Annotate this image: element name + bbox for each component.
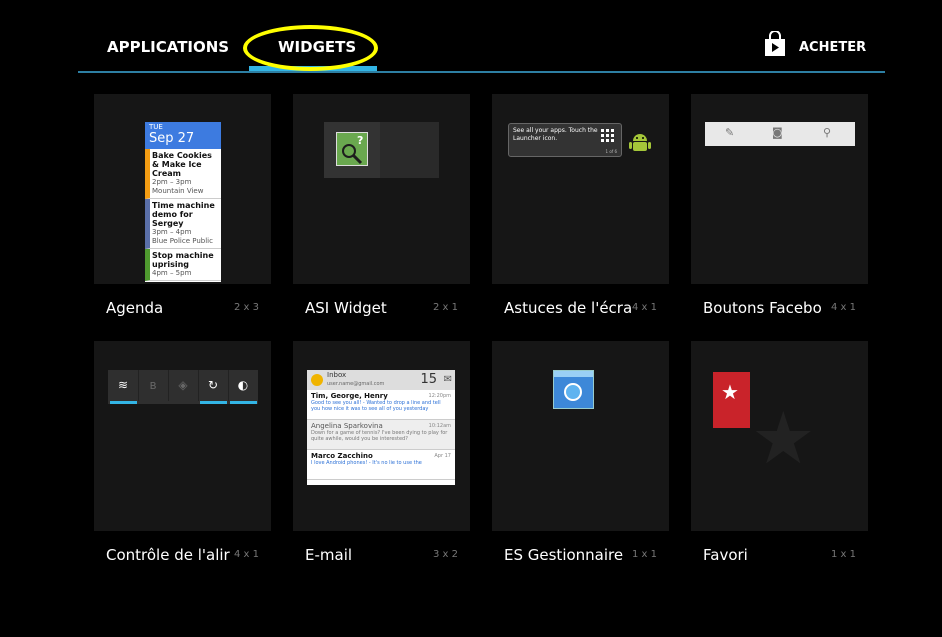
compose-icon: ✉ [443,374,452,385]
brightness-icon: ◐ [237,378,249,392]
email-time: Apr 17 [434,453,451,459]
brightness-indicator [230,401,257,404]
event-time: 3pm – 4pm [152,228,192,236]
widget-size: 4 x 1 [632,302,657,313]
tab-divider [78,71,885,73]
gps-icon: ◈ [168,370,199,401]
store-button[interactable]: ACHETER [764,31,884,61]
calendar-preview: TUE Sep 27 Bake Cookies & Make Ice Cream… [145,122,221,282]
email-time: 10:12am [428,423,451,429]
email-snippet: Down for a game of tennis? I've been dyi… [311,430,448,442]
tip-page: 1 of 6 [605,149,618,154]
widget-es-manager[interactable]: ES Gestionnaire 1 x 1 [492,341,669,591]
widget-preview: TUE Sep 27 Bake Cookies & Make Ice Cream… [94,94,271,284]
email-snippet: I love Android phones! - It's no lie to … [311,460,422,466]
tip-bubble: See all your apps. Touch the Launcher ic… [508,123,622,157]
widget-preview: ✎ ◙ ⚲ [691,94,868,284]
widget-label: ASI Widget [305,299,387,317]
widget-power-control[interactable]: ≋ ʙ ◈ ↻ ◐ Contrôle de l'alir 4 x 1 [94,341,271,591]
widget-preview: See all your apps. Touch the Launcher ic… [492,94,669,284]
widget-size: 4 x 1 [831,302,856,313]
email-preview: Inbox user.name@gmail.com 15 ✉ Tim, Geor… [307,370,455,485]
sync-icon: ↻ [198,370,229,401]
event-time: 4pm – 5pm [152,269,192,277]
bookmark-ribbon-icon: ★ [713,372,750,428]
widget-size: 1 x 1 [632,549,657,560]
star-background-icon: ★ [751,396,816,480]
event-title: Time machine demo for Sergey [152,201,215,228]
widget-label: ES Gestionnaire [504,546,624,564]
widget-agenda[interactable]: TUE Sep 27 Bake Cookies & Make Ice Cream… [94,94,271,344]
email-folder: Inbox user.name@gmail.com [327,371,385,387]
widget-label: Contrôle de l'alir [106,546,230,564]
widget-size: 1 x 1 [831,549,856,560]
widget-preview: ? [293,94,470,284]
event-title: Bake Cookies & Make Ice Cream [152,151,212,178]
email-account-icon [311,374,323,386]
widget-size: 4 x 1 [234,549,259,560]
widget-favori[interactable]: ★ ★ Favori 1 x 1 [691,341,868,591]
widget-asi[interactable]: ? ASI Widget 2 x 1 [293,94,470,344]
wifi-icon: ≋ [108,370,139,401]
email-sender: Marco Zacchino [311,452,373,460]
email-count: 15 [420,372,437,387]
widget-tab-bar: APPLICATIONS WIDGETS ACHETER [0,0,942,75]
facebook-button-bar: ✎ ◙ ⚲ [705,122,855,146]
widget-preview [492,341,669,531]
widget-label: Favori [703,546,748,564]
event-title: Stop machine uprising [152,251,214,269]
sync-indicator [200,401,227,404]
camera-icon: ◙ [772,126,783,139]
tip-text: See all your apps. Touch the Launcher ic… [513,127,598,142]
widget-preview: Inbox user.name@gmail.com 15 ✉ Tim, Geor… [293,341,470,531]
widget-email[interactable]: Inbox user.name@gmail.com 15 ✉ Tim, Geor… [293,341,470,591]
android-icon [629,134,651,151]
widget-size: 2 x 3 [234,302,259,313]
shopping-bag-icon [765,31,785,56]
svg-text:?: ? [357,134,363,147]
widget-preview: ≋ ʙ ◈ ↻ ◐ [94,341,271,531]
widget-astuces[interactable]: See all your apps. Touch the Launcher ic… [492,94,669,344]
launcher-grid-icon [601,129,614,142]
wifi-indicator [110,401,137,404]
bluetooth-icon: ʙ [138,370,169,401]
event-time: 2pm – 3pm [152,178,192,186]
power-control-bar: ≋ ʙ ◈ ↻ ◐ [108,370,258,404]
widget-preview: ★ ★ [691,341,868,531]
widget-size: 2 x 1 [433,302,458,313]
store-label: ACHETER [799,40,867,55]
tab-applications[interactable]: APPLICATIONS [107,38,229,56]
email-time: 12:20pm [428,393,451,399]
widget-facebook-buttons[interactable]: ✎ ◙ ⚲ Boutons Facebo 4 x 1 [691,94,868,344]
event-place: Mountain View [152,187,204,195]
event-place: Blue Police Public [152,237,213,245]
yellow-highlight-circle [243,25,378,71]
asi-preview: ? [324,122,439,178]
widget-label: E-mail [305,546,353,564]
magnifier-question-icon: ? [336,132,368,166]
calendar-date: Sep 27 [149,131,195,146]
widget-size: 3 x 2 [433,549,458,560]
location-icon: ⚲ [823,126,832,139]
widget-label: Agenda [106,299,164,317]
email-snippet: Good to see you all! - Wanted to drop a … [311,400,441,412]
edit-icon: ✎ [725,126,735,139]
es-file-manager-icon [553,370,594,409]
widget-label: Boutons Facebo [703,299,822,317]
widget-label: Astuces de l'écra [504,299,632,317]
